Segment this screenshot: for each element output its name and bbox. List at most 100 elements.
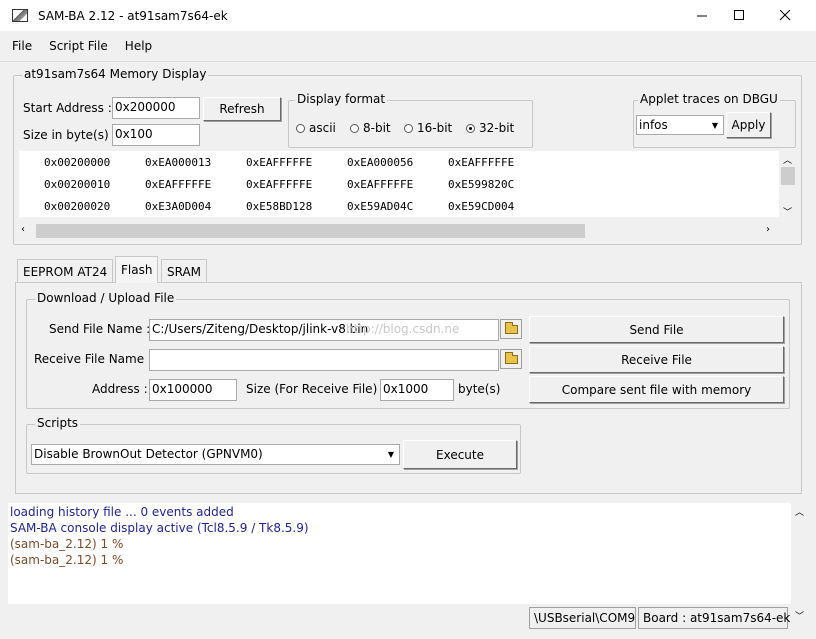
applet-traces-title: Applet traces on DBGU bbox=[638, 92, 780, 106]
console-line: loading history file ... 0 events added bbox=[10, 505, 234, 519]
memory-value: 0xE59AD04C bbox=[347, 199, 414, 213]
chevron-up-icon[interactable]: ︿ bbox=[795, 505, 804, 518]
memory-row: 0x00200020 0xE3A0D004 0xE58BD128 0xE59AD… bbox=[19, 195, 779, 217]
radio-icon bbox=[350, 123, 359, 133]
receive-file-label: Receive File Name : bbox=[34, 352, 152, 366]
menu-bar: File Script File Help bbox=[0, 31, 816, 62]
format-32bit-label: 32-bit bbox=[479, 121, 515, 135]
chevron-down-icon[interactable]: ﹀ bbox=[783, 205, 792, 218]
console-line: (sam-ba_2.12) 1 % bbox=[10, 553, 124, 567]
memory-value: 0xEAFFFFFE bbox=[448, 155, 515, 169]
chevron-left-icon[interactable]: ‹ bbox=[21, 224, 25, 235]
tab-sram[interactable]: SRAM bbox=[161, 259, 208, 283]
tab-flash[interactable]: Flash bbox=[115, 256, 159, 283]
memory-value: 0xE3A0D004 bbox=[145, 199, 212, 213]
menu-file[interactable]: File bbox=[12, 39, 32, 53]
memory-address: 0x00200020 bbox=[44, 199, 111, 213]
chevron-right-icon[interactable]: › bbox=[766, 224, 770, 235]
folder-open-icon bbox=[504, 351, 518, 364]
radio-icon bbox=[296, 123, 305, 133]
memory-value: 0xEAFFFFFE bbox=[246, 155, 313, 169]
applet-traces-value: infos bbox=[639, 118, 668, 132]
compare-button[interactable]: Compare sent file with memory bbox=[529, 376, 784, 403]
format-16bit-radio[interactable]: 16-bit bbox=[404, 121, 452, 135]
chevron-down-icon[interactable]: ﹀ bbox=[795, 609, 804, 622]
scroll-thumb[interactable] bbox=[781, 167, 795, 185]
format-ascii-label: ascii bbox=[309, 121, 336, 135]
memory-value: 0xEAFFFFFE bbox=[347, 177, 414, 191]
memory-value: 0xEAFFFFFE bbox=[145, 177, 212, 191]
address-label: Address : bbox=[92, 382, 148, 396]
title-bar: SAM-BA 2.12 - at91sam7s64-ek bbox=[0, 0, 816, 31]
format-8bit-radio[interactable]: 8-bit bbox=[350, 121, 391, 135]
maximize-button[interactable] bbox=[716, 0, 762, 31]
scripts-select[interactable]: Disable BrownOut Detector (GPNVM0) ▼ bbox=[31, 444, 400, 465]
send-file-label: Send File Name : bbox=[49, 322, 151, 336]
receive-file-button[interactable]: Receive File bbox=[529, 346, 784, 373]
status-connection: \USBserial\COM9 bbox=[529, 607, 636, 629]
memory-value: 0xE58BD128 bbox=[246, 199, 313, 213]
radio-selected-icon bbox=[466, 123, 475, 133]
memory-value: 0xE599820C bbox=[448, 177, 515, 191]
app-icon bbox=[12, 9, 28, 22]
chevron-up-icon[interactable]: ︿ bbox=[783, 153, 792, 166]
receive-size-label: Size (For Receive File) : bbox=[246, 382, 386, 396]
memory-value: 0xE59CD004 bbox=[448, 199, 515, 213]
memory-address: 0x00200000 bbox=[44, 155, 111, 169]
format-16bit-label: 16-bit bbox=[417, 121, 453, 135]
download-upload-title: Download / Upload File bbox=[35, 291, 177, 305]
format-32bit-radio[interactable]: 32-bit bbox=[466, 121, 514, 135]
memory-row: 0x00200000 0xEA000013 0xEAFFFFFE 0xEA000… bbox=[19, 151, 779, 173]
tab-eeprom[interactable]: EEPROM AT24 bbox=[17, 259, 114, 283]
folder-open-icon bbox=[504, 321, 518, 334]
scripts-selected-value: Disable BrownOut Detector (GPNVM0) bbox=[34, 447, 263, 461]
window-title: SAM-BA 2.12 - at91sam7s64-ek bbox=[38, 8, 228, 23]
menu-help[interactable]: Help bbox=[125, 39, 152, 53]
menu-script-file[interactable]: Script File bbox=[49, 39, 108, 53]
refresh-button[interactable]: Refresh bbox=[203, 97, 281, 121]
memory-value: 0xEA000013 bbox=[145, 155, 212, 169]
start-address-input[interactable]: 0x200000 bbox=[112, 97, 200, 119]
memory-horizontal-scrollbar[interactable]: ‹ › bbox=[19, 222, 779, 240]
status-board: Board : at91sam7s64-ek bbox=[638, 607, 790, 629]
console-output[interactable]: loading history file ... 0 events added … bbox=[8, 503, 791, 604]
memory-table[interactable]: 0x00200000 0xEA000013 0xEAFFFFFE 0xEA000… bbox=[19, 151, 779, 217]
memory-value: 0xEAFFFFFE bbox=[246, 177, 313, 191]
send-file-button[interactable]: Send File bbox=[529, 316, 784, 343]
close-button[interactable] bbox=[762, 0, 808, 31]
chevron-down-icon[interactable]: ▼ bbox=[708, 117, 722, 133]
memory-row: 0x00200010 0xEAFFFFFE 0xEAFFFFFE 0xEAFFF… bbox=[19, 173, 779, 195]
receive-file-browse-button[interactable] bbox=[500, 349, 522, 369]
watermark: http://blog.csdn.ne bbox=[346, 322, 460, 336]
scroll-thumb[interactable] bbox=[36, 224, 585, 238]
send-file-value: C:/Users/Ziteng/Desktop/jlink-v8.bin bbox=[152, 322, 369, 336]
close-icon bbox=[779, 10, 790, 21]
size-input[interactable]: 0x100 bbox=[112, 124, 200, 146]
apply-button[interactable]: Apply bbox=[726, 112, 771, 138]
format-8bit-label: 8-bit bbox=[363, 121, 391, 135]
memory-display-title: at91sam7s64 Memory Display bbox=[22, 67, 209, 81]
radio-icon bbox=[404, 123, 413, 133]
scripts-title: Scripts bbox=[35, 416, 81, 430]
size-label: Size in byte(s) : bbox=[23, 128, 117, 142]
start-address-label: Start Address : bbox=[23, 101, 112, 115]
display-format-title: Display format bbox=[295, 92, 388, 106]
maximize-icon bbox=[733, 10, 744, 20]
format-ascii-radio[interactable]: ascii bbox=[296, 121, 336, 135]
console-line: SAM-BA console display active (Tcl8.5.9 … bbox=[10, 521, 309, 535]
console-line: (sam-ba_2.12) 1 % bbox=[10, 537, 124, 551]
console-vertical-scrollbar[interactable]: ︿ ﹀ bbox=[791, 503, 809, 625]
address-input[interactable]: 0x100000 bbox=[149, 379, 237, 401]
chevron-down-icon[interactable]: ▼ bbox=[384, 446, 398, 462]
receive-file-input[interactable] bbox=[149, 349, 499, 371]
memory-value: 0xEA000056 bbox=[347, 155, 414, 169]
memory-vertical-scrollbar[interactable]: ︿ ﹀ bbox=[779, 151, 797, 221]
execute-button[interactable]: Execute bbox=[403, 440, 517, 469]
send-file-input[interactable]: C:/Users/Ziteng/Desktop/jlink-v8.bin htt… bbox=[149, 319, 499, 341]
applet-traces-select[interactable]: infos ▼ bbox=[636, 115, 724, 135]
bytes-label: byte(s) bbox=[458, 382, 501, 396]
memory-address: 0x00200010 bbox=[44, 177, 111, 191]
receive-size-input[interactable]: 0x1000 bbox=[380, 379, 454, 401]
minimize-icon bbox=[696, 15, 707, 17]
send-file-browse-button[interactable] bbox=[500, 319, 522, 339]
